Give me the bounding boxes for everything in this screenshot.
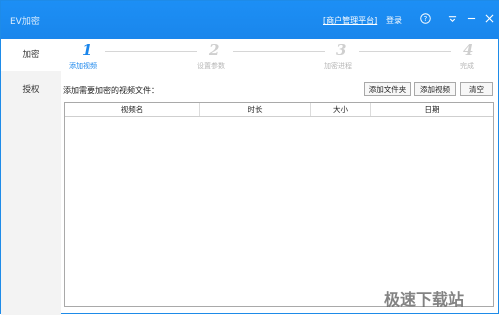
- svg-text:?: ?: [424, 15, 428, 23]
- step-number: 4: [463, 41, 474, 59]
- column-header-name[interactable]: 视频名: [65, 103, 200, 116]
- step-number: 1: [82, 41, 93, 59]
- sidebar-item-label: 授权: [22, 85, 40, 95]
- column-header-size[interactable]: 大小: [311, 103, 371, 116]
- login-link[interactable]: 登录: [386, 15, 402, 26]
- step-connector: [233, 51, 325, 52]
- add-folder-button[interactable]: 添加文件夹: [364, 82, 411, 96]
- menu-icon[interactable]: [448, 14, 457, 23]
- step-label: 添加视频: [69, 62, 97, 70]
- help-icon[interactable]: ?: [420, 13, 431, 24]
- sidebar: 加密 授权: [1, 39, 61, 315]
- sidebar-item-authorize[interactable]: 授权: [1, 74, 61, 106]
- watermark-logo: 极速下载站: [384, 290, 465, 309]
- merchant-platform-link[interactable]: [商户管理平台]: [323, 15, 377, 26]
- step-number: 2: [209, 41, 220, 59]
- add-video-button[interactable]: 添加视频: [414, 82, 456, 96]
- sidebar-item-label: 加密: [22, 50, 40, 60]
- step-connector: [359, 51, 451, 52]
- column-header-duration[interactable]: 时长: [200, 103, 311, 116]
- step-label: 完成: [460, 62, 474, 70]
- app-window: EV加密 [商户管理平台] 登录 ? 加密 授权 1 添加视频 2 设置参数 3…: [0, 0, 499, 315]
- files-label: 添加需要加密的视频文件：: [63, 86, 159, 95]
- close-icon[interactable]: [485, 14, 494, 23]
- minimize-icon[interactable]: [467, 14, 476, 23]
- step-label: 设置参数: [197, 62, 225, 70]
- title-bar[interactable]: EV加密 [商户管理平台] 登录 ?: [1, 1, 499, 39]
- clear-button[interactable]: 清空: [460, 82, 493, 96]
- step-number: 3: [336, 41, 347, 59]
- step-connector: [105, 51, 197, 52]
- table-header: 视频名 时长 大小 日期: [65, 103, 493, 117]
- step-label: 加密进程: [324, 62, 352, 70]
- window-title: EV加密: [10, 17, 40, 27]
- column-header-date[interactable]: 日期: [371, 103, 493, 116]
- sidebar-item-encrypt[interactable]: 加密: [1, 39, 61, 71]
- video-file-table[interactable]: 视频名 时长 大小 日期: [64, 102, 494, 307]
